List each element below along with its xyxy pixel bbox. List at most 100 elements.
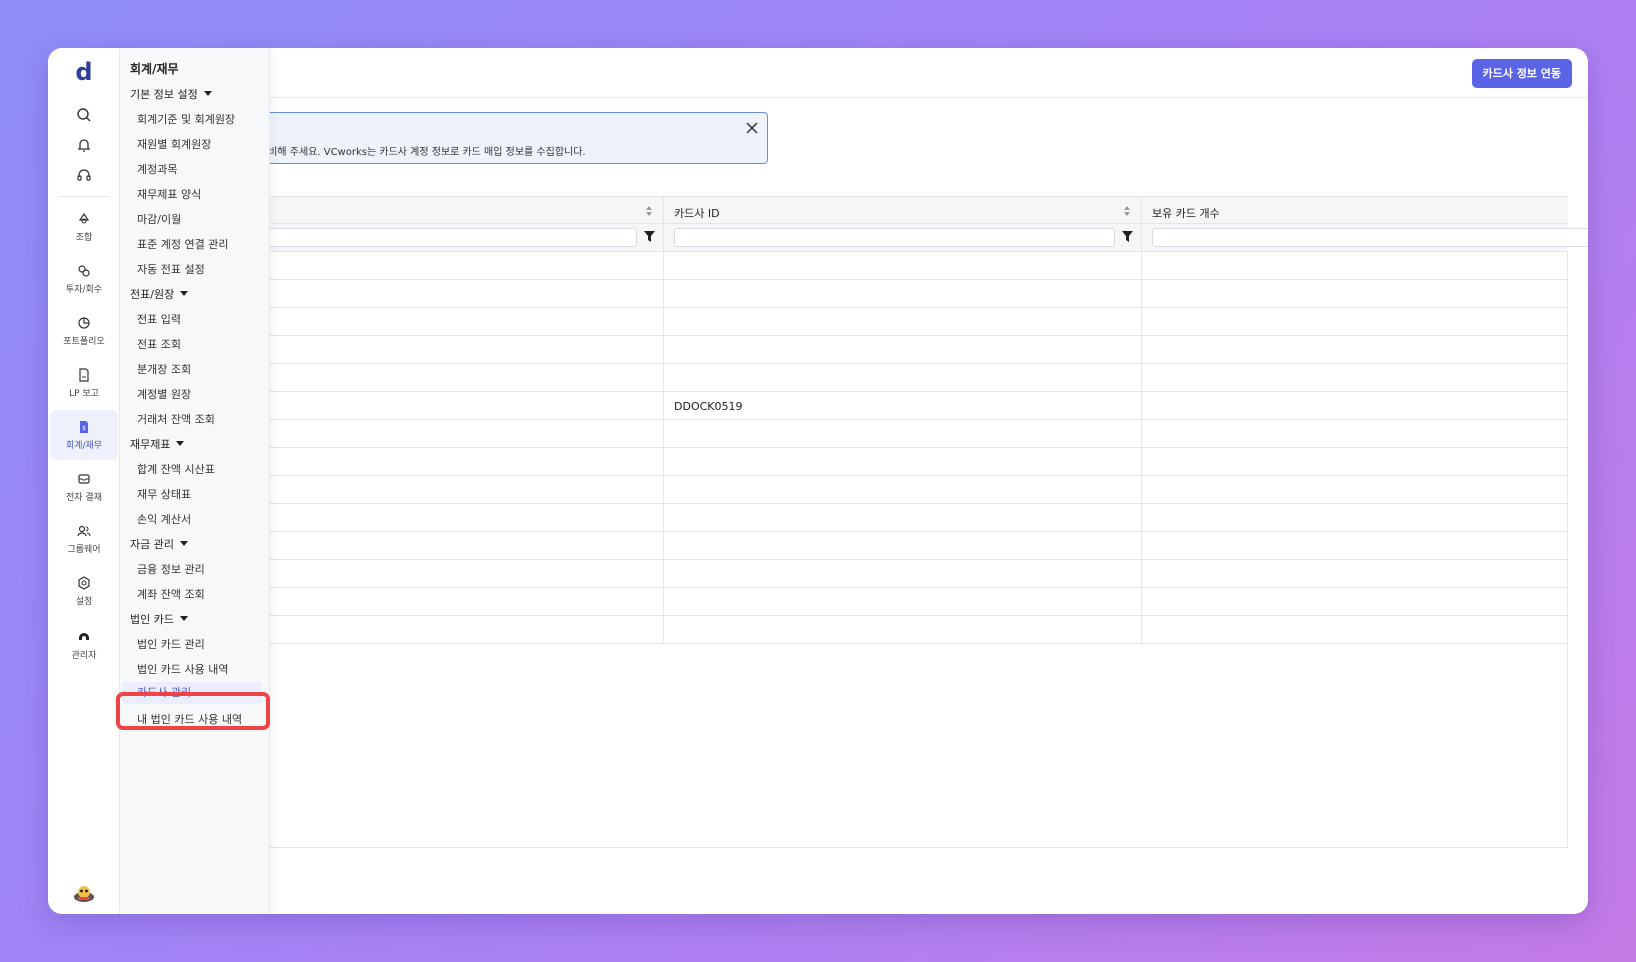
group-fund-management[interactable]: 자금 관리 (130, 536, 188, 552)
submenu-item[interactable]: 계정과목 (137, 161, 177, 177)
table-row[interactable]: 0 (258, 448, 1568, 476)
group-basic-settings[interactable]: 기본 정보 설정 (130, 86, 212, 102)
table-cell (258, 448, 663, 475)
table-cell (663, 252, 1141, 279)
app-window: d 조합 투자/회수 포트폴리오 LP 보고 $ 회계/재무 전자 결재 그룹웨… (48, 48, 1588, 914)
table-cell: 0 (1141, 532, 1588, 559)
submenu-item[interactable]: 전표 입력 (137, 311, 181, 327)
table-cell (258, 420, 663, 447)
rail-item-label: 포트폴리오 (63, 336, 105, 347)
submenu-item[interactable]: 자동 전표 설정 (137, 261, 205, 277)
table-row[interactable]: 0 (258, 504, 1568, 532)
table-row[interactable]: 0 (258, 252, 1568, 280)
filter-input[interactable] (674, 228, 1115, 247)
sort-icon[interactable] (645, 205, 653, 217)
table-row[interactable]: 0 (258, 308, 1568, 336)
filter-icon[interactable] (1122, 231, 1133, 243)
table-cell: 0 (1141, 308, 1588, 335)
submenu-item[interactable]: 마감/이월 (137, 211, 181, 227)
rail-item-admin[interactable]: 관리자 (50, 620, 118, 670)
column-header-label: 카드사 ID (674, 207, 720, 220)
rail-item-approval[interactable]: 전자 결재 (50, 462, 118, 512)
submenu-item[interactable]: 표준 계정 연결 관리 (137, 236, 228, 252)
search-icon[interactable] (48, 100, 120, 130)
rail-item-groupware[interactable]: 그룹웨어 (50, 514, 118, 564)
submenu-item[interactable]: 금융 정보 관리 (137, 561, 205, 577)
info-banner: 준비해 주세요. VCworks는 카드사 계정 정보로 카드 매입 정보를 수… (258, 112, 768, 164)
table-row[interactable]: 0 (258, 420, 1568, 448)
table-cell: 0 (1141, 364, 1588, 391)
table-cell (258, 336, 663, 363)
table-cell: 38 (1141, 392, 1588, 419)
card-id-value: DDOCK0519 (674, 400, 743, 413)
rail-item-label: 회계/재무 (65, 440, 103, 451)
submenu-item[interactable]: 분개장 조회 (137, 361, 191, 377)
column-header[interactable]: 카드사 ID (663, 197, 1141, 223)
rail-item-lp-report[interactable]: LP 보고 (50, 358, 118, 408)
table-row[interactable]: 0 (258, 336, 1568, 364)
rail-item-label: LP 보고 (69, 388, 99, 399)
filter-icon[interactable] (644, 231, 655, 243)
submenu-item[interactable]: 전표 조회 (137, 336, 181, 352)
column-header[interactable]: 보유 카드 개수 (1141, 197, 1588, 223)
table-cell: 0 (1141, 560, 1588, 587)
close-icon[interactable] (743, 119, 761, 137)
rail-item-settings[interactable]: 설정 (50, 566, 118, 616)
filter-input[interactable] (1152, 228, 1588, 247)
table-row[interactable]: 0 (258, 560, 1568, 588)
investment-icon (78, 264, 90, 277)
rail-item-accounting[interactable]: $ 회계/재무 (50, 410, 118, 460)
submenu-item[interactable]: 재무제표 양식 (137, 186, 201, 202)
rail-item-label: 그룹웨어 (67, 544, 101, 555)
rail-item-fund[interactable]: 조합 (50, 202, 118, 252)
submenu-item[interactable]: 계정별 원장 (137, 386, 191, 402)
filter-input[interactable] (258, 228, 637, 247)
table-cell (258, 392, 663, 419)
table-cell (258, 308, 663, 335)
table-cell (663, 448, 1141, 475)
column-header[interactable] (258, 197, 663, 223)
user-avatar-icon[interactable] (72, 882, 96, 906)
table-cell (663, 364, 1141, 391)
table-cell: 0 (1141, 476, 1588, 503)
group-label: 자금 관리 (130, 538, 174, 551)
headset-icon[interactable] (48, 160, 120, 190)
table-cell (663, 588, 1141, 615)
rail-item-label: 투자/회수 (65, 284, 103, 295)
icon-rail: d 조합 투자/회수 포트폴리오 LP 보고 $ 회계/재무 전자 결재 그룹웨… (48, 48, 120, 914)
table-cell (258, 560, 663, 587)
sort-icon[interactable] (1123, 205, 1131, 217)
submenu-item[interactable]: 거래처 잔액 조회 (137, 411, 215, 427)
caret-down-icon (179, 616, 188, 621)
table-row[interactable]: 0 (258, 616, 1568, 644)
submenu-item[interactable]: 회계기준 및 회계원장 (137, 111, 235, 127)
submenu-title: 회계/재무 (130, 62, 179, 76)
rail-item-investment[interactable]: 투자/회수 (50, 254, 118, 304)
inbox-icon (78, 473, 90, 484)
sync-card-info-button[interactable]: 카드사 정보 연동 (1471, 59, 1572, 88)
group-voucher-ledger[interactable]: 전표/원장 (130, 286, 189, 302)
submenu-item[interactable]: 손익 계산서 (137, 511, 191, 527)
table-row[interactable]: 0 (258, 280, 1568, 308)
table-cell (663, 532, 1141, 559)
submenu-item[interactable]: 계좌 잔액 조회 (137, 586, 205, 602)
submenu-item[interactable]: 합계 잔액 시산표 (137, 461, 215, 477)
group-corporate-card[interactable]: 법인 카드 (130, 611, 188, 627)
app-logo[interactable]: d (48, 58, 120, 86)
group-financial-statements[interactable]: 재무제표 (130, 436, 185, 452)
table-row[interactable]: DDOCK051938 (258, 392, 1568, 420)
table-row[interactable]: 0 (258, 588, 1568, 616)
rail-item-label: 조합 (75, 232, 93, 243)
submenu-item[interactable]: 법인 카드 관리 (137, 636, 205, 652)
rail-item-portfolio[interactable]: 포트폴리오 (50, 306, 118, 356)
table-row[interactable]: 0 (258, 364, 1568, 392)
table-row[interactable]: 0 (258, 532, 1568, 560)
highlight-box (116, 692, 270, 730)
column-header-label: 보유 카드 개수 (1152, 207, 1220, 220)
bell-icon[interactable] (48, 130, 120, 160)
submenu-item[interactable]: 재원별 회계원장 (137, 136, 211, 152)
table-row[interactable]: 0 (258, 476, 1568, 504)
submenu-item[interactable]: 재무 상태표 (137, 486, 191, 502)
submenu-item[interactable]: 법인 카드 사용 내역 (137, 661, 228, 677)
users-icon (77, 525, 91, 536)
